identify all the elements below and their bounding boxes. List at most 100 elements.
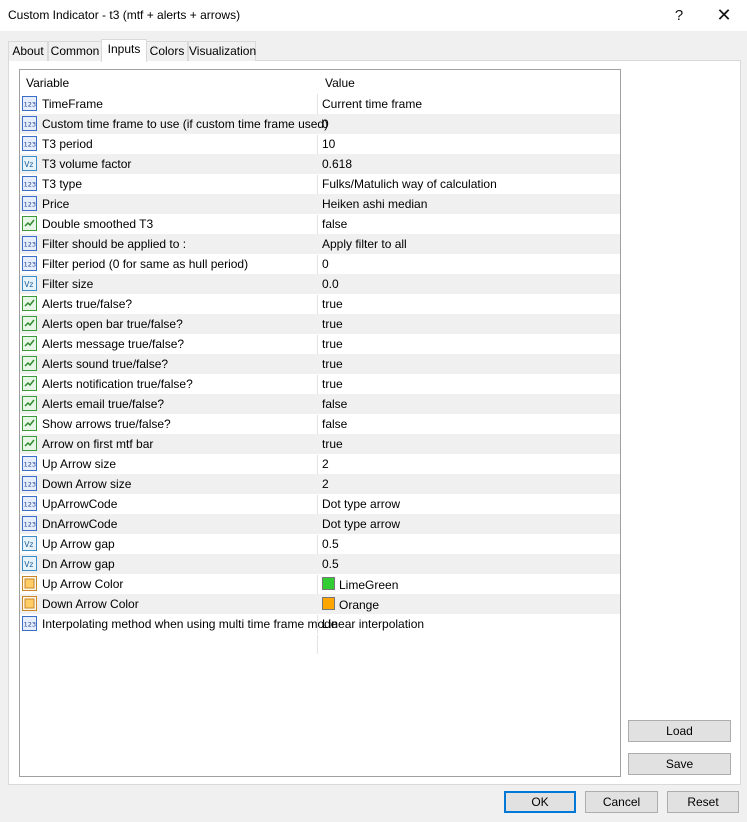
variable-value-cell[interactable]: true	[322, 317, 343, 331]
bool-icon	[22, 316, 37, 331]
variable-value-cell[interactable]: 0	[322, 257, 329, 271]
tab-common[interactable]: Common	[48, 41, 102, 61]
variable-value: Current time frame	[322, 97, 423, 111]
variable-value-cell[interactable]: 0.5	[322, 557, 339, 571]
variable-value-cell[interactable]: Current time frame	[322, 97, 422, 111]
variable-value-cell[interactable]: LimeGreen	[322, 577, 398, 592]
variable-value: 0	[322, 257, 329, 271]
grid-row[interactable]: 123 Filter should be applied to : Apply fi…	[20, 234, 620, 255]
variable-name: Alerts message true/false?	[42, 337, 185, 351]
grid-row[interactable]: 123 DnArrowCode Dot type arrow	[20, 514, 620, 535]
variable-value-cell[interactable]: 0.618	[322, 157, 352, 171]
variable-value-cell[interactable]: Dot type arrow	[322, 497, 400, 511]
help-button[interactable]: ?	[656, 0, 702, 31]
color-icon	[22, 596, 37, 611]
grid-row[interactable]: Alerts notification true/false? true	[20, 374, 620, 395]
variable-value-cell[interactable]: true	[322, 437, 343, 451]
bool-icon	[22, 436, 37, 451]
grid-row[interactable]: Vz T3 volume factor 0.618	[20, 154, 620, 175]
variable-value-cell[interactable]: 0.0	[322, 277, 339, 291]
variable-value-cell[interactable]: 0	[322, 117, 329, 131]
variable-value-cell[interactable]: Orange	[322, 597, 379, 612]
grid-row[interactable]: 123 Custom time frame to use (if custom t…	[20, 114, 620, 135]
cancel-button[interactable]: Cancel	[585, 791, 658, 813]
variable-value-cell[interactable]: true	[322, 377, 343, 391]
reset-button[interactable]: Reset	[667, 791, 739, 813]
column-header-variable[interactable]: Variable	[26, 76, 69, 90]
variable-name: TimeFrame	[42, 97, 103, 111]
grid-row[interactable]: 123 TimeFrame Current time frame	[20, 94, 620, 115]
variable-value: Linear interpolation	[322, 617, 425, 631]
tab-inputs[interactable]: Inputs	[101, 39, 147, 62]
grid-row[interactable]: 123 T3 period 10	[20, 134, 620, 155]
variable-value-cell[interactable]: true	[322, 337, 343, 351]
grid-row[interactable]: Down Arrow Color Orange	[20, 594, 620, 615]
svg-text:123: 123	[24, 481, 36, 489]
grid-row[interactable]: Alerts true/false? true	[20, 294, 620, 315]
grid-row[interactable]: 123 T3 type Fulks/Matulich way of calculat…	[20, 174, 620, 195]
variable-value: 10	[322, 137, 336, 151]
variable-name: Alerts email true/false?	[42, 397, 165, 411]
variable-value-cell[interactable]: 0.5	[322, 537, 339, 551]
int-icon: 123	[22, 236, 37, 251]
variable-name: DnArrowCode	[42, 517, 118, 531]
grid-row[interactable]: Alerts message true/false? true	[20, 334, 620, 355]
variable-value-cell[interactable]: false	[322, 397, 347, 411]
tab-colors[interactable]: Colors	[146, 41, 188, 61]
variable-value-cell[interactable]: 2	[322, 457, 329, 471]
bool-icon	[22, 376, 37, 391]
variable-value-cell[interactable]: false	[322, 217, 347, 231]
grid-row[interactable]: Show arrows true/false? false	[20, 414, 620, 435]
grid-row[interactable]: 123 Price Heiken ashi median	[20, 194, 620, 215]
grid-row[interactable]: Alerts email true/false? false	[20, 394, 620, 415]
grid-row[interactable]: 123 UpArrowCode Dot type arrow	[20, 494, 620, 515]
grid-row[interactable]: 123 Filter period (0 for same as hull per…	[20, 254, 620, 275]
variable-value: true	[322, 357, 343, 371]
ok-button[interactable]: OK	[504, 791, 576, 813]
int-icon: 123	[22, 176, 37, 191]
int-icon: 123	[22, 256, 37, 271]
variable-value-cell[interactable]: false	[322, 417, 347, 431]
variable-value: Fulks/Matulich way of calculation	[322, 177, 497, 191]
variable-value-cell[interactable]: Fulks/Matulich way of calculation	[322, 177, 497, 191]
variable-value-cell[interactable]: true	[322, 297, 343, 311]
grid-row[interactable]: Vz Filter size 0.0	[20, 274, 620, 295]
variable-name: Alerts notification true/false?	[42, 377, 193, 391]
bool-icon	[22, 356, 37, 371]
bool-icon	[22, 296, 37, 311]
grid-row[interactable]: Alerts sound true/false? true	[20, 354, 620, 375]
variable-name: Down Arrow size	[42, 477, 132, 491]
tab-about[interactable]: About	[8, 41, 48, 61]
grid-row[interactable]: 123 Interpolating method when using multi…	[20, 614, 620, 635]
variable-value: false	[322, 217, 348, 231]
save-button[interactable]: Save	[628, 753, 731, 775]
variable-value-cell[interactable]: Dot type arrow	[322, 517, 400, 531]
grid-row[interactable]: 123 Down Arrow size 2	[20, 474, 620, 495]
grid-row[interactable]: Vz Dn Arrow gap 0.5	[20, 554, 620, 575]
variable-name: Down Arrow Color	[42, 597, 139, 611]
grid-row[interactable]: Up Arrow Color LimeGreen	[20, 574, 620, 595]
variable-value: LimeGreen	[339, 578, 399, 592]
int-icon: 123	[22, 136, 37, 151]
variable-name: Up Arrow gap	[42, 537, 115, 551]
load-button[interactable]: Load	[628, 720, 731, 742]
grid-row[interactable]: Arrow on first mtf bar true	[20, 434, 620, 455]
tab-visualization[interactable]: Visualization	[188, 41, 256, 61]
svg-text:123: 123	[24, 121, 36, 129]
variable-value-cell[interactable]: true	[322, 357, 343, 371]
variable-value-cell[interactable]: Linear interpolation	[322, 617, 424, 631]
grid-row[interactable]: Vz Up Arrow gap 0.5	[20, 534, 620, 555]
svg-text:123: 123	[24, 501, 36, 509]
svg-text:123: 123	[24, 181, 36, 189]
close-button[interactable]: ✕	[701, 0, 747, 31]
grid-row[interactable]: Alerts open bar true/false? true	[20, 314, 620, 335]
variable-value-cell[interactable]: 10	[322, 137, 335, 151]
column-header-value[interactable]: Value	[325, 76, 355, 90]
double-icon: Vz	[22, 276, 37, 291]
variable-value: Heiken ashi median	[322, 197, 428, 211]
grid-row[interactable]: Double smoothed T3 false	[20, 214, 620, 235]
variable-value-cell[interactable]: Heiken ashi median	[322, 197, 427, 211]
variable-value-cell[interactable]: Apply filter to all	[322, 237, 407, 251]
variable-value-cell[interactable]: 2	[322, 477, 329, 491]
grid-row[interactable]: 123 Up Arrow size 2	[20, 454, 620, 475]
